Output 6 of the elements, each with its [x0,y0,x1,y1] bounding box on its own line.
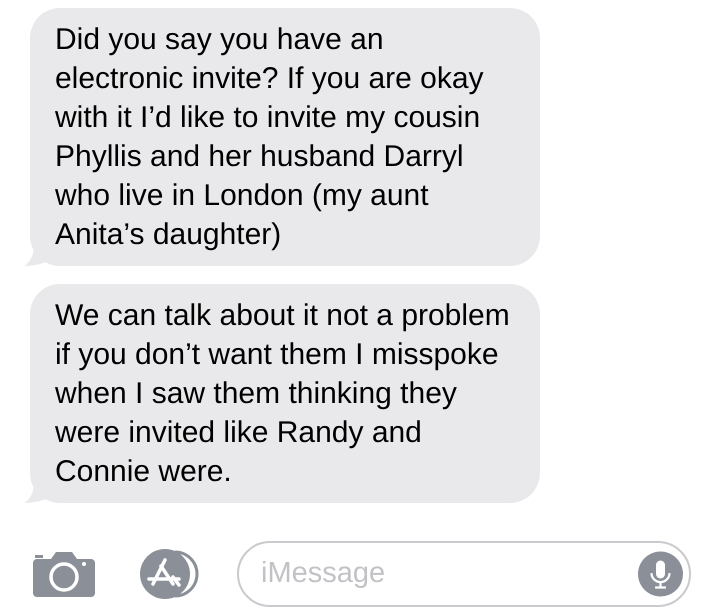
message-text-input[interactable]: iMessage [261,552,638,596]
microphone-icon[interactable] [638,549,683,599]
message-text: Did you say you have an electronic invite? If you are okay with it I’d like to invite my cousin Phyllis and her husband Darryl who live in London (my aunt Anita’s daughter) [55,22,485,253]
message-input-field[interactable]: iMessage [237,541,691,607]
camera-icon[interactable] [33,551,95,597]
message-text: We can talk about it not a problem if you don’t want them I misspoke when I saw them thinking they were invited like Randy and Connie were. [55,298,511,490]
